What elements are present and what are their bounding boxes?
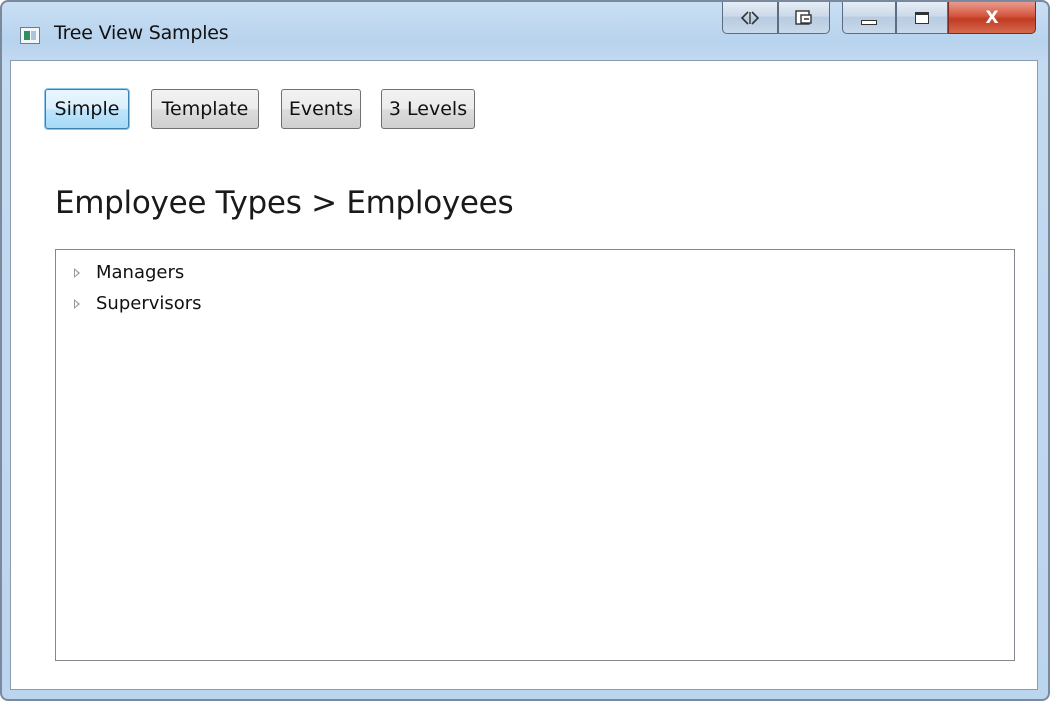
- template-button[interactable]: Template: [151, 89, 259, 129]
- tree-item-supervisors[interactable]: Supervisors: [74, 289, 202, 317]
- tree-view[interactable]: Managers Supervisors: [55, 249, 1015, 661]
- close-icon: X: [985, 7, 999, 28]
- client-area: Simple Template Events 3 Levels Employee…: [10, 60, 1038, 690]
- close-button[interactable]: X: [948, 2, 1036, 34]
- minimize-icon: [861, 20, 877, 25]
- title-bar[interactable]: Tree View Samples X: [2, 2, 1048, 60]
- application-window: Tree View Samples X Simple Template Even…: [0, 0, 1050, 701]
- app-window-icon: [20, 27, 40, 44]
- tree-item-label: Managers: [96, 261, 185, 283]
- code-brackets-icon: [740, 10, 760, 25]
- select-element-icon: [795, 9, 812, 25]
- maximize-button[interactable]: [896, 2, 948, 34]
- three-levels-button[interactable]: 3 Levels: [381, 89, 475, 129]
- expand-arrow-icon[interactable]: [74, 298, 80, 309]
- code-brackets-button[interactable]: [722, 2, 778, 34]
- simple-button[interactable]: Simple: [45, 89, 129, 129]
- minimize-button[interactable]: [842, 2, 896, 34]
- tree-item-label: Supervisors: [96, 292, 202, 314]
- maximize-icon: [915, 11, 929, 24]
- events-button[interactable]: Events: [281, 89, 361, 129]
- select-element-button[interactable]: [778, 2, 830, 34]
- tree-item-managers[interactable]: Managers: [74, 258, 184, 286]
- expand-arrow-icon[interactable]: [74, 267, 80, 278]
- window-title: Tree View Samples: [54, 22, 229, 44]
- page-heading: Employee Types > Employees: [55, 185, 514, 221]
